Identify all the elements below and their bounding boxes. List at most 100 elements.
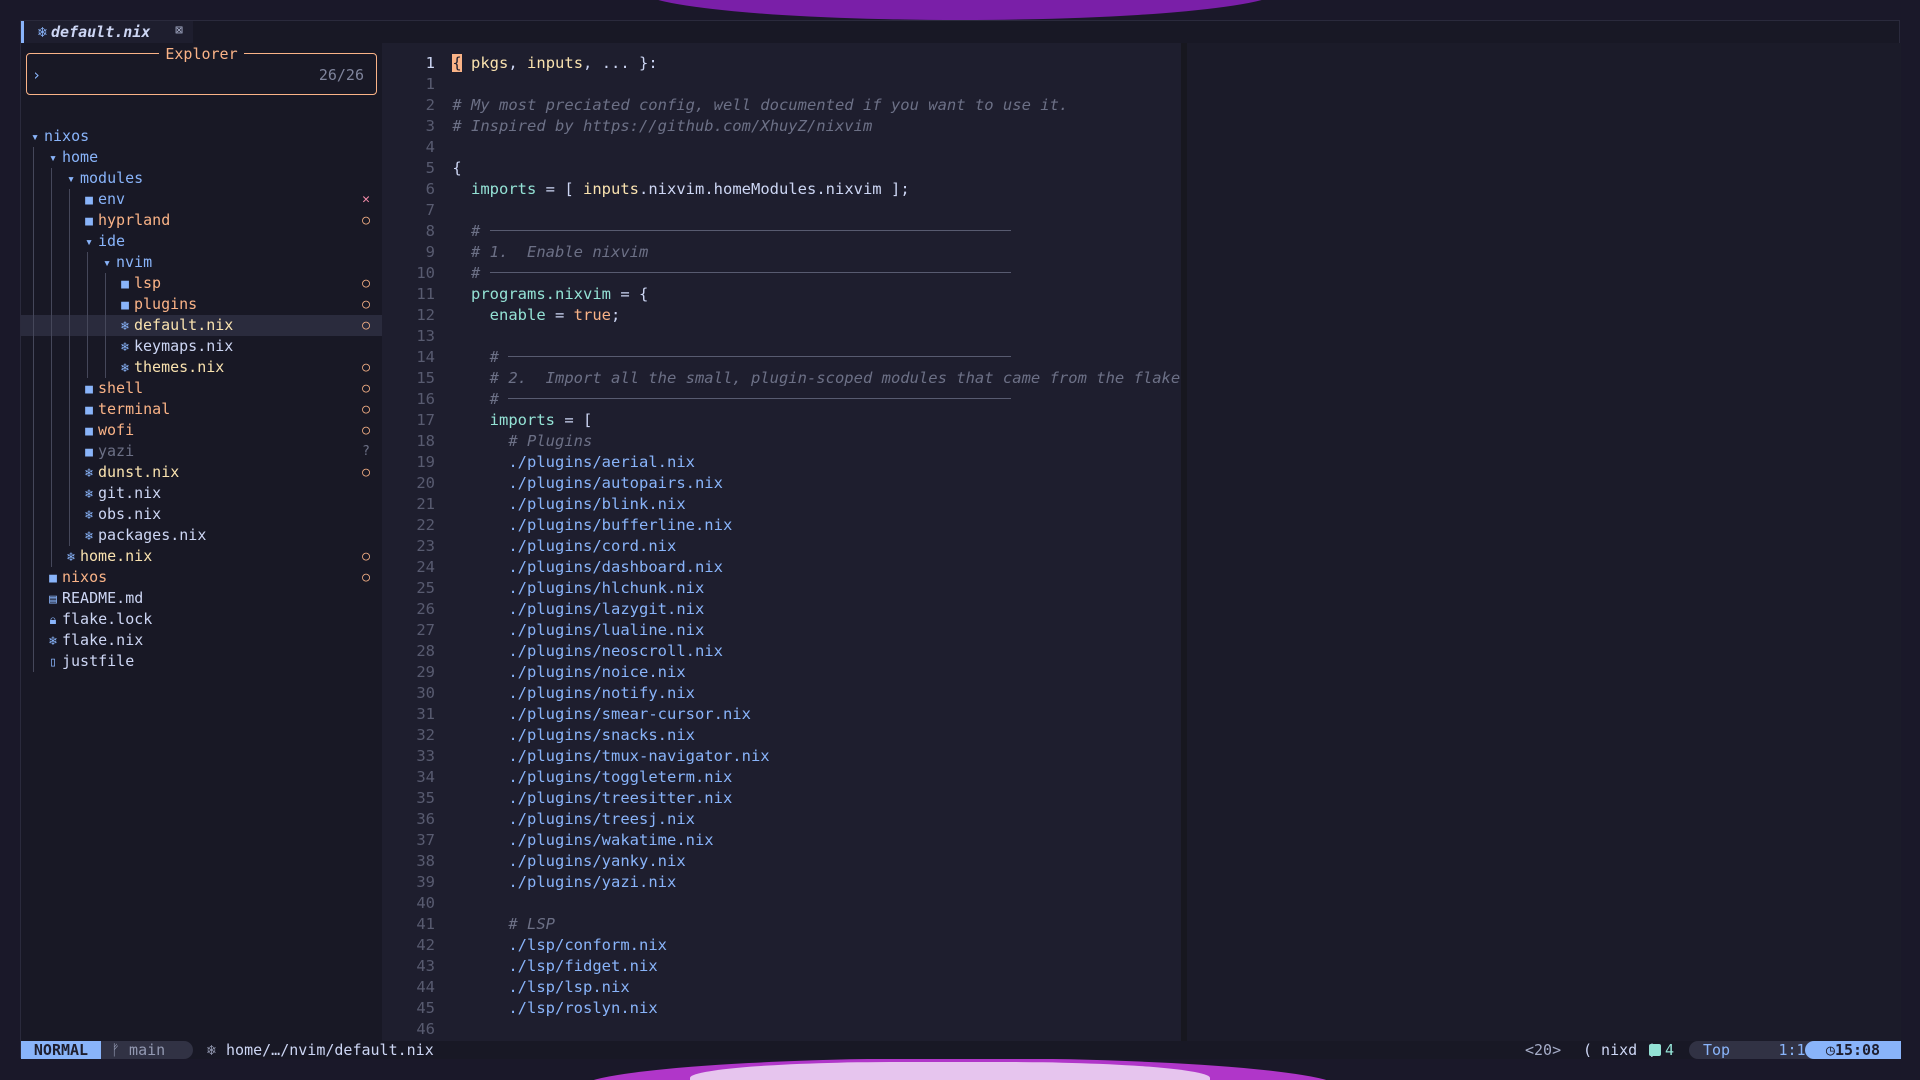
tree-item[interactable]: ▾ nvim bbox=[21, 252, 382, 273]
tree-item[interactable]: ▯ justfile bbox=[21, 651, 382, 672]
tree-item[interactable]: ▤ README.md bbox=[21, 588, 382, 609]
file-path-text: home/…/nvim/default.nix bbox=[226, 1041, 434, 1059]
code-line[interactable]: 11 programs.nixvim = { bbox=[407, 284, 1180, 305]
code-line[interactable]: 17 imports = [ bbox=[407, 410, 1180, 431]
code-line[interactable]: 13 bbox=[407, 326, 1180, 347]
code-line[interactable]: 22 ./plugins/bufferline.nix bbox=[407, 515, 1180, 536]
code-line[interactable]: 35 ./plugins/treesitter.nix bbox=[407, 788, 1180, 809]
tree-item[interactable]: ❄ home.nix ○ bbox=[21, 546, 382, 567]
tree-item[interactable]: ▾ modules bbox=[21, 168, 382, 189]
code-line[interactable]: 39 ./plugins/yazi.nix bbox=[407, 872, 1180, 893]
code-line[interactable]: 1 bbox=[407, 74, 1180, 95]
code-line[interactable]: 14 # bbox=[407, 347, 1180, 368]
code-line[interactable]: 30 ./plugins/notify.nix bbox=[407, 683, 1180, 704]
tree-item[interactable]: ❄ git.nix bbox=[21, 483, 382, 504]
code-line[interactable]: 7 bbox=[407, 200, 1180, 221]
tree-item[interactable]: ❄ keymaps.nix bbox=[21, 336, 382, 357]
code-line[interactable]: 10 # bbox=[407, 263, 1180, 284]
tree-item[interactable]: ■ nixos ○ bbox=[21, 567, 382, 588]
code-line[interactable]: 31 ./plugins/smear-cursor.nix bbox=[407, 704, 1180, 725]
line-number: 2 bbox=[425, 96, 435, 114]
indent-guide bbox=[105, 315, 106, 336]
tree-item[interactable]: ■ lsp ○ bbox=[21, 273, 382, 294]
terminal-window[interactable]: ❄ default.nix ⊠ Explorer › 26/26 ▾ nixos ▾… bbox=[20, 20, 1901, 1059]
code-line[interactable]: 41 # LSP bbox=[407, 914, 1180, 935]
code-buffer[interactable]: 1 { pkgs, inputs, ... }: 1 2 # My most pr… bbox=[407, 43, 1181, 1041]
close-icon[interactable]: ⊠ bbox=[171, 23, 187, 39]
code-line[interactable]: 4 bbox=[407, 137, 1180, 158]
code-line[interactable]: 24 ./plugins/dashboard.nix bbox=[407, 557, 1180, 578]
tree-item[interactable]: ▾ home bbox=[21, 147, 382, 168]
code-line[interactable]: 33 ./plugins/tmux-navigator.nix bbox=[407, 746, 1180, 767]
code-line[interactable]: 2 # My most preciated config, well docum… bbox=[407, 95, 1180, 116]
code-line[interactable]: 16 # bbox=[407, 389, 1180, 410]
code-line[interactable]: 27 ./plugins/lualine.nix bbox=[407, 620, 1180, 641]
code-line[interactable]: 28 ./plugins/neoscroll.nix bbox=[407, 641, 1180, 662]
tree-item[interactable]: ❄ obs.nix bbox=[21, 504, 382, 525]
code-line[interactable]: 21 ./plugins/blink.nix bbox=[407, 494, 1180, 515]
tree-item[interactable]: ■ hyprland ○ bbox=[21, 210, 382, 231]
code-line[interactable]: 29 ./plugins/noice.nix bbox=[407, 662, 1180, 683]
code-token: ./plugins/treesj.nix bbox=[508, 810, 695, 828]
tree-item[interactable]: 🔒︎ flake.lock bbox=[21, 609, 382, 630]
tree-item[interactable]: ▾ ide bbox=[21, 231, 382, 252]
code-line[interactable]: 3 # Inspired by https://github.com/XhuyZ… bbox=[407, 116, 1180, 137]
code-token: # bbox=[452, 390, 509, 408]
tree-item[interactable]: ❄ default.nix ○ bbox=[21, 315, 382, 336]
code-line[interactable]: 38 ./plugins/yanky.nix bbox=[407, 851, 1180, 872]
code-line[interactable]: 1 { pkgs, inputs, ... }: bbox=[407, 53, 1180, 74]
code-line[interactable]: 12 enable = true; bbox=[407, 305, 1180, 326]
code-line[interactable]: 42 ./lsp/conform.nix bbox=[407, 935, 1180, 956]
tree-item[interactable]: ❄ packages.nix bbox=[21, 525, 382, 546]
tree-item[interactable]: ■ terminal ○ bbox=[21, 399, 382, 420]
tree-item[interactable]: ■ shell ○ bbox=[21, 378, 382, 399]
tree-item[interactable]: ■ yazi? bbox=[21, 441, 382, 462]
code-line[interactable]: 18 # Plugins bbox=[407, 431, 1180, 452]
empty-split-pane[interactable] bbox=[1181, 43, 1901, 1041]
code-line[interactable]: 23 ./plugins/cord.nix bbox=[407, 536, 1180, 557]
git-status-indicator: ○ bbox=[362, 360, 370, 375]
tree-item[interactable]: ❄ flake.nix bbox=[21, 630, 382, 651]
code-line[interactable]: 37 ./plugins/wakatime.nix bbox=[407, 830, 1180, 851]
code-line[interactable]: 6 imports = [ inputs.nixvim.homeModules.… bbox=[407, 179, 1180, 200]
code-line[interactable]: 15 # 2. Import all the small, plugin-sco… bbox=[407, 368, 1180, 389]
code-token: , ... }: bbox=[583, 54, 658, 72]
code-line[interactable]: 34 ./plugins/toggleterm.nix bbox=[407, 767, 1180, 788]
editor-area[interactable]: 1 { pkgs, inputs, ... }: 1 2 # My most pr… bbox=[407, 43, 1901, 1041]
code-token: = { bbox=[611, 285, 649, 303]
file-explorer[interactable]: Explorer › 26/26 ▾ nixos ▾ home ▾ modules ■ env… bbox=[21, 43, 382, 1041]
folder-open-icon: ▾ bbox=[103, 256, 111, 271]
line-number: 15 bbox=[416, 369, 435, 387]
tree-item[interactable]: ❄ themes.nix ○ bbox=[21, 357, 382, 378]
text-cursor: { bbox=[452, 54, 462, 72]
tree-item[interactable]: ❄ dunst.nix ○ bbox=[21, 462, 382, 483]
code-line[interactable]: 9 # 1. Enable nixvim bbox=[407, 242, 1180, 263]
explorer-search-box[interactable]: Explorer › 26/26 bbox=[26, 45, 377, 95]
tab-default-nix[interactable]: ❄ default.nix bbox=[21, 21, 193, 43]
code-line[interactable]: 44 ./lsp/lsp.nix bbox=[407, 977, 1180, 998]
code-token: ./lsp/lsp.nix bbox=[508, 978, 630, 996]
folder-open-icon: ▾ bbox=[85, 235, 93, 250]
file-tree[interactable]: ▾ nixos ▾ home ▾ modules ■ env ✕ ■ hyprland ○ ▾ ide ▾ n… bbox=[21, 126, 382, 672]
code-line[interactable]: 20 ./plugins/autopairs.nix bbox=[407, 473, 1180, 494]
code-line[interactable]: 26 ./plugins/lazygit.nix bbox=[407, 599, 1180, 620]
tree-item[interactable]: ▾ nixos bbox=[21, 126, 382, 147]
code-line[interactable]: 8 # bbox=[407, 221, 1180, 242]
code-line[interactable]: 45 ./lsp/roslyn.nix bbox=[407, 998, 1180, 1019]
code-line[interactable]: 19 ./plugins/aerial.nix bbox=[407, 452, 1180, 473]
code-line[interactable]: 25 ./plugins/hlchunk.nix bbox=[407, 578, 1180, 599]
tree-item-label: home.nix bbox=[80, 547, 153, 565]
code-line[interactable]: 46 bbox=[407, 1019, 1180, 1040]
line-number: 14 bbox=[416, 348, 435, 366]
tree-item[interactable]: ■ wofi ○ bbox=[21, 420, 382, 441]
code-line[interactable]: 32 ./plugins/snacks.nix bbox=[407, 725, 1180, 746]
code-line[interactable]: 40 bbox=[407, 893, 1180, 914]
code-line[interactable]: 5 { bbox=[407, 158, 1180, 179]
tree-item[interactable]: ■ plugins ○ bbox=[21, 294, 382, 315]
code-line[interactable]: 36 ./plugins/treesj.nix bbox=[407, 809, 1180, 830]
tree-item[interactable]: ■ env ✕ bbox=[21, 189, 382, 210]
code-line[interactable]: 43 ./lsp/fidget.nix bbox=[407, 956, 1180, 977]
